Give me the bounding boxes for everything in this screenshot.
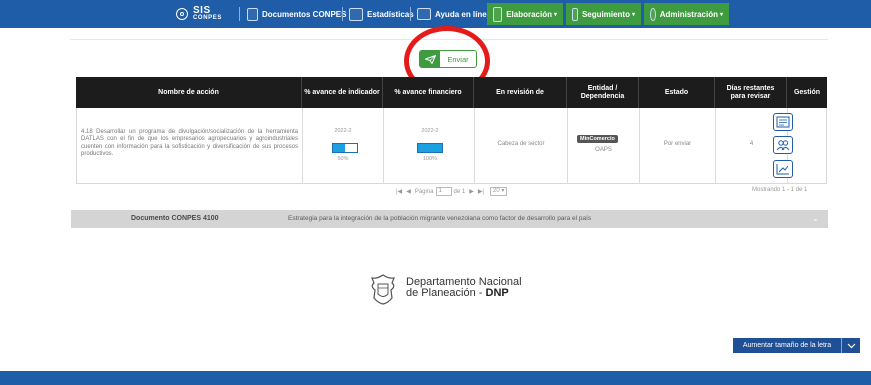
documento-title: Documento CONPES 4100 — [131, 215, 219, 222]
aumentar-letra-label: Aumentar tamaño de la letra — [742, 342, 832, 349]
report-icon — [776, 116, 790, 128]
aumentar-letra-button[interactable]: Aumentar tamaño de la letra — [733, 338, 860, 353]
financiero-progress-bar — [417, 143, 443, 153]
dependencia-value: OAPS — [595, 147, 612, 153]
nav-administracion[interactable]: Administración ▾ — [644, 3, 729, 25]
users-icon — [776, 140, 790, 151]
header-divider — [70, 39, 828, 40]
indicador-percent: 50% — [337, 156, 349, 162]
en-revision-value: Cabeza de sector — [497, 141, 545, 147]
next-page-icon[interactable]: ▶ — [469, 188, 474, 195]
nav-ayuda-en-linea[interactable]: Ayuda en línea — [417, 5, 491, 23]
th-avance-indicador: % avance de indicador — [304, 88, 380, 96]
trend-chart-icon — [776, 164, 789, 175]
th-estado: Estado — [664, 88, 689, 96]
indicador-progress-bar — [332, 143, 358, 153]
caret-down-icon: ▾ — [719, 11, 723, 18]
th-entidad-dependencia: Entidad / Dependencia — [580, 84, 625, 100]
nav-estadisticas-label: Estadísticas — [367, 9, 414, 19]
financiero-period: 2022-2 — [421, 128, 439, 134]
page-size-value: 20 — [493, 188, 500, 194]
pagina-label: Página — [414, 188, 434, 195]
report-icon-button[interactable] — [773, 113, 793, 131]
first-page-icon[interactable]: |◀ — [396, 188, 402, 195]
chevron-down-icon[interactable]: ⌄ — [812, 214, 819, 223]
dnp-line2: de Planeación - — [406, 287, 486, 299]
nav-seguimiento-label: Seguimiento — [581, 9, 630, 19]
nav-elaboracion[interactable]: Elaboración ▾ — [487, 3, 563, 25]
conpes-seal-icon — [176, 8, 188, 20]
page-size-select[interactable]: 20 ▾ — [490, 187, 508, 196]
dnp-coat-of-arms-icon — [371, 274, 395, 305]
gear-icon — [650, 7, 656, 21]
page-number-input[interactable]: 1 — [435, 187, 452, 196]
caret-down-icon: ▾ — [553, 11, 557, 18]
nav-elaboracion-label: Elaboración — [506, 9, 552, 19]
indicador-period: 2022-2 — [334, 128, 352, 134]
th-gestion: Gestión — [793, 88, 821, 96]
document-icon — [247, 7, 258, 21]
page-total: de 1 — [453, 188, 466, 195]
th-avance-financiero: % avance financiero — [394, 88, 462, 96]
edit-document-icon — [493, 6, 503, 22]
top-navigation-bar: SIS CONPES Documentos CONPES Estadísticas… — [0, 0, 871, 28]
nav-seguimiento[interactable]: Seguimiento ▾ — [566, 3, 641, 25]
documento-description: Estrategia para la integración de la pob… — [288, 215, 592, 222]
nav-ayuda-label: Ayuda en línea — [435, 9, 492, 19]
nav-documentos-label: Documentos CONPES — [262, 9, 347, 19]
indicador-progress-fill — [333, 144, 345, 152]
tracking-icon — [572, 7, 578, 21]
nav-documentos-conpes[interactable]: Documentos CONPES — [247, 5, 346, 23]
th-dias-restantes: Días restantes para revisar — [726, 84, 775, 100]
pagination-bar: |◀ ◀ Página 1 de 1 ▶ ▶| 20 ▾ Mostrando 1… — [0, 185, 871, 197]
entidad-badge: MinComercio — [577, 135, 618, 143]
actions-table-header: Nombre de acción % avance de indicador %… — [76, 77, 827, 108]
table-row: 4.18 Desarrollar un programa de divulgac… — [76, 108, 827, 184]
th-nombre-accion: Nombre de acción — [158, 88, 219, 96]
footer-bar — [0, 371, 871, 385]
users-icon-button[interactable] — [773, 136, 793, 154]
dnp-logo: Departamento Nacional de Planeación - DN… — [366, 272, 536, 306]
financiero-percent: 100% — [422, 156, 438, 162]
documento-conpes-bar[interactable]: Documento CONPES 4100 Estrategia para la… — [71, 210, 828, 228]
trend-chart-icon-button[interactable] — [773, 160, 793, 178]
action-name-text: 4.18 Desarrollar un programa de divulgac… — [81, 129, 298, 158]
nav-administracion-label: Administración — [659, 9, 718, 19]
showing-count: Mostrando 1 - 1 de 1 — [752, 187, 808, 193]
last-page-icon[interactable]: ▶| — [478, 188, 484, 195]
sis-conpes-logo[interactable]: SIS CONPES — [176, 5, 222, 23]
chart-icon — [349, 7, 363, 21]
chevron-down-icon — [841, 338, 860, 353]
nav-estadisticas[interactable]: Estadísticas — [349, 5, 414, 23]
th-en-revision: En revisión de — [496, 88, 544, 96]
prev-page-icon[interactable]: ◀ — [406, 188, 411, 195]
enviar-button[interactable]: Enviar — [419, 50, 477, 68]
financiero-progress-fill — [418, 144, 442, 152]
enviar-label: Enviar — [447, 54, 469, 64]
estado-value: Por enviar — [663, 141, 692, 147]
logo-conpes: CONPES — [193, 15, 222, 21]
help-monitor-icon — [417, 8, 431, 20]
dnp-acronym: DNP — [485, 287, 509, 299]
caret-down-icon: ▾ — [631, 11, 635, 18]
send-paper-plane-icon — [420, 51, 440, 67]
